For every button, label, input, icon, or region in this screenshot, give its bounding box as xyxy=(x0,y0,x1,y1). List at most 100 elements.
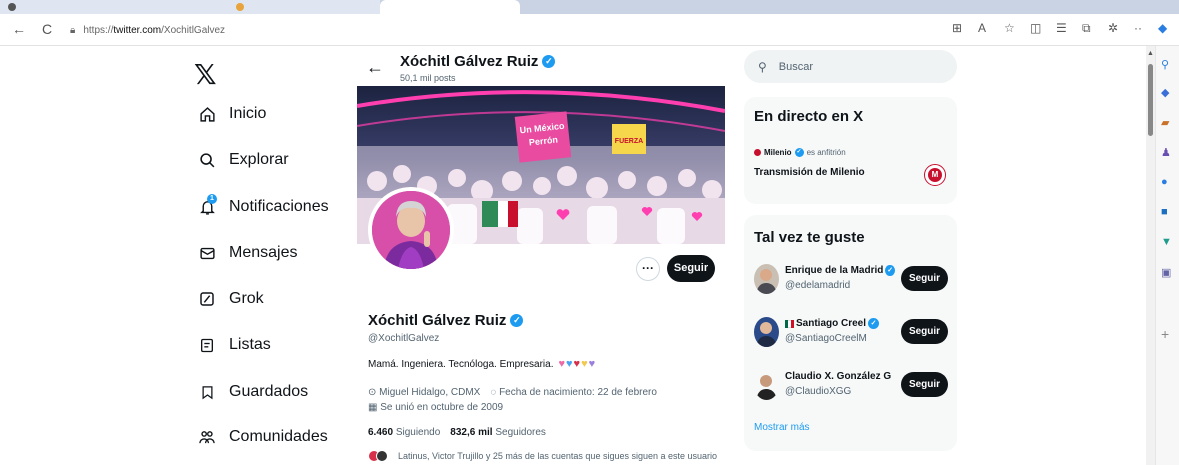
balloon-icon: ◌ xyxy=(490,387,497,398)
suggestion-name: Enrique de la Madrid ✓ xyxy=(785,265,895,276)
page-scrollbar[interactable]: ▲ xyxy=(1146,46,1155,465)
lock-icon: 🔒︎ xyxy=(70,24,76,36)
sidebar-m365-icon[interactable]: ● xyxy=(1161,176,1168,188)
tab-favicon xyxy=(236,3,244,11)
nav-item-grok[interactable]: Grok xyxy=(198,289,264,309)
verified-badge-icon: ✓ xyxy=(885,265,895,276)
tab-favicon xyxy=(8,3,16,11)
sidebar-search-icon[interactable]: ⚲ xyxy=(1161,58,1169,71)
nav-label: Notificaciones xyxy=(229,198,329,215)
split-screen-icon[interactable]: ⊞ xyxy=(952,21,962,35)
search-input[interactable]: ⚲ Buscar xyxy=(744,50,957,83)
split-window-icon[interactable]: ◫ xyxy=(1030,21,1041,35)
suggestion-item[interactable]: Claudio X. González G @ClaudioXGG Seguir xyxy=(754,370,949,404)
follow-button[interactable]: Seguir xyxy=(667,255,715,282)
live-card: En directo en X Milenio ✓ es anfitrión T… xyxy=(744,97,957,204)
followed-by-link[interactable]: Latinus, Victor Trujillo y 25 más de las… xyxy=(368,450,717,462)
profile-stats: 6.460 Siguiendo 832,6 mil Seguidores xyxy=(368,427,546,438)
sidebar-teams-icon[interactable]: ▣ xyxy=(1161,266,1171,279)
x-logo[interactable]: 𝕏 xyxy=(194,58,217,91)
heart-icon: ♥ xyxy=(558,358,565,370)
sidebar-games-icon[interactable]: ♟ xyxy=(1161,146,1171,159)
more-options-button[interactable]: ··· xyxy=(636,257,660,281)
heart-icon: ♥ xyxy=(581,358,588,370)
nav-item-notificaciones[interactable]: 1 Notificaciones xyxy=(198,194,329,217)
avatar xyxy=(754,264,779,294)
verified-badge-icon: ✓ xyxy=(868,318,880,329)
bookmark-icon xyxy=(198,382,216,402)
followers-link[interactable]: 832,6 mil Seguidores xyxy=(450,427,546,438)
search-icon: ⚲ xyxy=(758,59,767,74)
favorite-star-icon[interactable]: ☆ xyxy=(1004,21,1015,35)
milenio-logo[interactable]: M xyxy=(924,164,946,186)
edge-sidebar: ⚲ ◆ ▰ ♟ ● ■ ▼ ▣ + xyxy=(1155,46,1179,465)
suggestion-handle: @ClaudioXGG xyxy=(785,386,852,397)
browser-tab-strip xyxy=(0,0,1179,14)
nav-item-guardados[interactable]: Guardados xyxy=(198,382,308,402)
favorites-icon[interactable]: ☰ xyxy=(1056,21,1067,35)
active-tab[interactable] xyxy=(380,0,520,14)
follow-button[interactable]: Seguir xyxy=(901,372,948,397)
sidebar-briefcase-icon[interactable]: ▰ xyxy=(1161,116,1169,129)
heart-icon: ♥ xyxy=(566,358,573,370)
verified-badge-icon: ✓ xyxy=(794,148,804,157)
profile-handle: @XochitlGalvez xyxy=(368,333,440,344)
sidebar-add-icon[interactable]: + xyxy=(1161,326,1169,342)
profile-meta: ⊙ Miguel Hidalgo, CDMX ◌ Fecha de nacimi… xyxy=(368,387,657,398)
inactive-tab[interactable] xyxy=(0,0,380,14)
more-icon[interactable]: ·· xyxy=(1134,21,1142,35)
nav-label: Grok xyxy=(229,290,264,307)
sidebar-designer-icon[interactable]: ▼ xyxy=(1161,236,1172,248)
nav-item-comunidades[interactable]: Comunidades xyxy=(198,427,328,447)
follow-button[interactable]: Seguir xyxy=(901,266,948,291)
refresh-icon[interactable]: C xyxy=(42,21,52,37)
heart-icon: ♥ xyxy=(573,358,581,370)
suggestion-handle: @SantiagoCreelM xyxy=(785,333,867,344)
home-icon xyxy=(198,104,216,124)
suggestion-item[interactable]: Enrique de la Madrid ✓ @edelamadrid Segui… xyxy=(754,264,949,298)
milenio-avatar xyxy=(754,149,761,156)
follow-button[interactable]: Seguir xyxy=(901,319,948,344)
address-bar-row: ← C 🔒︎ https://twitter.com/XochitlGalvez… xyxy=(0,14,1179,46)
bio-hearts: ♥♥♥♥♥ xyxy=(557,359,595,370)
suggestion-handle: @edelamadrid xyxy=(785,280,851,291)
search-icon xyxy=(198,150,216,170)
joined-item: ▦ Se unió en octubre de 2009 xyxy=(368,402,504,413)
nav-label: Explorar xyxy=(229,151,289,168)
header-post-count: 50,1 mil posts xyxy=(400,73,456,83)
heart-icon: ♥ xyxy=(588,358,596,370)
show-more-link[interactable]: Mostrar más xyxy=(754,422,810,433)
calendar-icon: ▦ xyxy=(368,402,378,413)
birthday-item: ◌ Fecha de nacimiento: 22 de febrero xyxy=(490,387,657,398)
following-link[interactable]: 6.460 Siguiendo xyxy=(368,427,440,438)
avatar xyxy=(754,317,779,347)
nav-item-explorar[interactable]: Explorar xyxy=(198,150,289,170)
nav-item-listas[interactable]: Listas xyxy=(198,335,271,355)
notification-badge: 1 xyxy=(207,194,217,204)
nav-label: Listas xyxy=(229,336,271,353)
profile-avatar[interactable] xyxy=(368,187,454,273)
collections-icon[interactable]: ⧉ xyxy=(1082,21,1091,36)
sidebar-outlook-icon[interactable]: ■ xyxy=(1161,206,1168,218)
suggestion-name: Santiago Creel ✓ xyxy=(785,318,895,329)
envelope-icon xyxy=(198,243,216,263)
suggestions-card: Tal vez te guste Enrique de la Madrid ✓ @… xyxy=(744,215,957,451)
read-aloud-icon[interactable]: A xyxy=(978,21,986,35)
live-title: En directo en X xyxy=(754,108,864,125)
suggestion-item[interactable]: Santiago Creel ✓ @SantiagoCreelM Seguir xyxy=(754,317,949,351)
grok-icon xyxy=(198,289,216,309)
extensions-icon[interactable]: ✲ xyxy=(1108,21,1118,35)
nav-item-inicio[interactable]: Inicio xyxy=(198,104,266,124)
sidebar-tag-icon[interactable]: ◆ xyxy=(1161,86,1169,99)
nav-item-mensajes[interactable]: Mensajes xyxy=(198,243,297,263)
follower-avatars xyxy=(368,450,390,462)
live-host[interactable]: Milenio ✓ es anfitrión xyxy=(754,148,846,157)
back-arrow-icon[interactable]: ← xyxy=(12,21,26,37)
copilot-icon[interactable]: ◆ xyxy=(1158,21,1167,35)
nav-label: Comunidades xyxy=(229,428,328,445)
live-stream-title[interactable]: Transmisión de Milenio xyxy=(754,167,865,178)
scrollbar-thumb[interactable] xyxy=(1148,64,1153,136)
url-field[interactable]: 🔒︎ https://twitter.com/XochitlGalvez xyxy=(70,20,920,40)
back-arrow-icon[interactable]: ← xyxy=(366,57,384,78)
scroll-up-icon[interactable]: ▲ xyxy=(1147,50,1154,57)
